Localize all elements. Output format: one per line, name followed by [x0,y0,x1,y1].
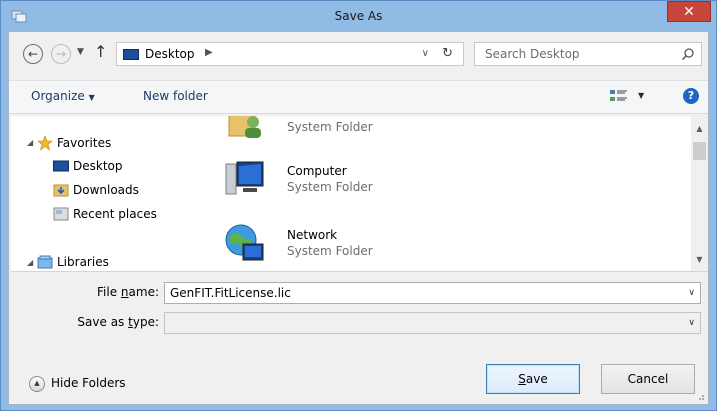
view-options-dropdown-icon[interactable]: ▼ [638,91,644,100]
nav-item-label: Recent places [73,207,157,221]
file-name-row: File name: [9,282,159,304]
new-folder-button[interactable]: New folder [143,89,208,103]
file-name-value[interactable]: GenFIT.FitLicense.lic [170,286,291,300]
expand-libraries-icon[interactable]: ◢ [27,258,33,267]
address-dropdown-icon[interactable]: ∨ [422,48,429,59]
chevron-down-icon[interactable]: ∨ [688,288,695,298]
search-icon[interactable] [681,47,695,61]
file-type: System Folder [287,244,373,258]
hide-folders-toggle[interactable]: ▲ Hide Folders [29,374,149,394]
network-icon [225,224,264,261]
help-icon[interactable]: ? [683,88,699,104]
address-bar[interactable]: Desktop ▶ ∨ ↻ [116,42,464,66]
refresh-icon[interactable]: ↻ [442,46,453,61]
scroll-down-icon[interactable]: ▼ [691,255,708,264]
file-list-scrollbar[interactable]: ▲ ▼ [691,116,708,271]
list-item[interactable]: Network System Folder [223,222,523,268]
window-title: Save As [334,9,383,23]
file-list: System Folder Computer System Folder Net… [203,116,691,271]
computer-icon [225,161,264,195]
star-icon [37,135,53,151]
file-name-field[interactable]: GenFIT.FitLicense.lic ∨ [164,282,701,304]
change-view-icon[interactable] [609,88,629,104]
organize-menu[interactable]: Organize ▼ [31,89,95,103]
up-arrow-icon[interactable]: ↑ [94,42,107,61]
save-as-dialog: Save As ✕ ← → ▼ ↑ Desktop ▶ ∨ ↻ Search D… [0,0,717,411]
back-arrow-icon[interactable]: ← [23,44,43,64]
file-name: Computer [287,164,347,178]
command-bar: Organize ▼ New folder ▼ ? [9,80,708,114]
nav-item-label: Downloads [73,183,139,197]
list-item[interactable]: Computer System Folder [223,158,523,204]
hide-folders-label: Hide Folders [51,376,126,390]
address-location[interactable]: Desktop [145,47,195,61]
save-type-row: Save as type: [9,312,159,334]
save-type-select[interactable]: ∨ [164,312,701,334]
scroll-up-icon[interactable]: ▲ [691,124,708,133]
save-type-label: Save as type: [77,315,159,329]
file-name: Network [287,228,338,242]
file-type: System Folder [287,180,373,194]
file-name-label: File name: [97,285,159,299]
title-bar: Save As ✕ [1,1,716,31]
scroll-thumb[interactable] [693,142,706,160]
search-input[interactable]: Search Desktop [474,42,702,66]
nav-item-label: Favorites [57,136,112,150]
breadcrumb-chevron-icon[interactable]: ▶ [205,47,213,58]
resize-grip-icon[interactable] [695,391,705,401]
collapse-up-icon: ▲ [29,376,45,392]
file-type: System Folder [287,120,373,134]
close-button[interactable]: ✕ [667,1,711,22]
list-item[interactable]: System Folder [223,116,523,144]
dialog-client: ← → ▼ ↑ Desktop ▶ ∨ ↻ Search Desktop Org… [8,31,709,405]
search-placeholder: Search Desktop [485,47,580,61]
downloads-folder-icon [53,184,69,197]
desktop-icon [123,49,139,60]
expand-favorites-icon[interactable]: ◢ [27,138,33,147]
cancel-button[interactable]: Cancel [601,364,695,394]
user-folder-icon [228,116,261,138]
recent-locations-dropdown-icon[interactable]: ▼ [77,47,84,57]
forward-arrow-icon[interactable]: → [51,44,71,64]
organize-label: Organize [31,89,85,103]
recent-places-icon [53,207,69,221]
nav-item-label: Libraries [57,255,109,269]
navigation-pane: ◢ Favorites Desktop Downloads Recent pla… [11,116,183,271]
browser-area: ◢ Favorites Desktop Downloads Recent pla… [11,116,708,272]
chevron-down-icon[interactable]: ∨ [688,318,695,328]
desktop-icon [53,160,69,172]
navigation-bar: ← → ▼ ↑ Desktop ▶ ∨ ↻ Search Desktop [9,38,708,68]
nav-item-label: Desktop [73,159,123,173]
chevron-down-icon: ▼ [88,93,95,102]
save-button[interactable]: Save [486,364,580,394]
libraries-icon [37,255,53,269]
